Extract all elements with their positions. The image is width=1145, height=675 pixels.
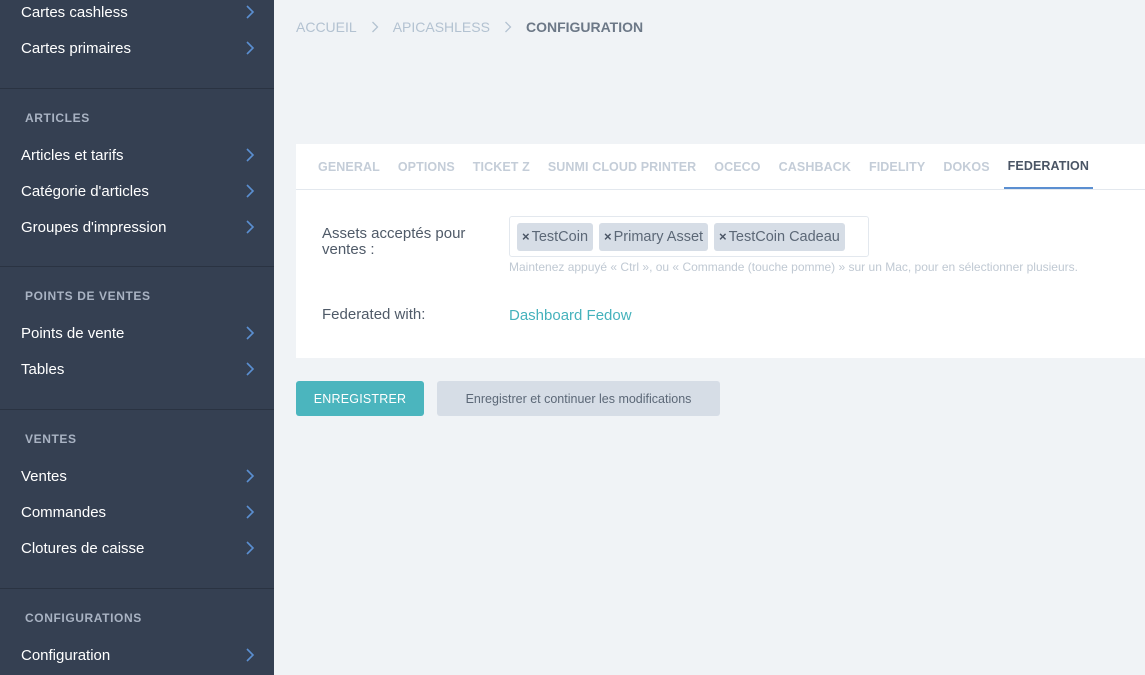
save-and-continue-button[interactable]: Enregistrer et continuer les modificatio… — [437, 381, 720, 416]
asset-tag-label: TestCoin — [531, 228, 589, 245]
tab-bar: GENERAL OPTIONS TICKET Z SUNMI CLOUD PRI… — [296, 144, 1145, 190]
sidebar-item-categorie-articles[interactable]: Catégorie d'articles — [0, 173, 274, 209]
configuration-card: GENERAL OPTIONS TICKET Z SUNMI CLOUD PRI… — [296, 144, 1145, 358]
assets-label: Assets acceptés pour ventes : — [322, 225, 466, 258]
tab-ticket-z[interactable]: TICKET Z — [473, 144, 530, 189]
chevron-right-icon — [243, 148, 257, 162]
sidebar-item-label: Ventes — [21, 467, 67, 485]
asset-tag: × TestCoin — [517, 222, 594, 251]
remove-tag-icon[interactable]: × — [522, 229, 530, 244]
sidebar-item-points-de-vente[interactable]: Points de vente — [0, 315, 274, 351]
assets-row: Assets acceptés pour ventes : — [322, 226, 492, 258]
sidebar-item-clotures-caisse[interactable]: Clotures de caisse — [0, 530, 274, 566]
chevron-right-icon — [243, 648, 257, 662]
asset-tag-label: TestCoin Cadeau — [728, 228, 840, 245]
breadcrumb-home-link[interactable]: ACCUEIL — [296, 19, 357, 35]
sidebar-heading: VENTES — [25, 432, 77, 446]
sidebar-item-label: Points de vente — [21, 324, 125, 342]
tab-cashback[interactable]: CASHBACK — [779, 144, 851, 189]
tab-general[interactable]: GENERAL — [318, 144, 380, 189]
sidebar-item-label: Groupes d'impression — [21, 218, 167, 236]
tab-options[interactable]: OPTIONS — [398, 144, 455, 189]
tab-oceco[interactable]: OCECO — [714, 144, 760, 189]
tab-federation[interactable]: FEDERATION — [1003, 144, 1093, 189]
breadcrumb-app-link[interactable]: APICASHLESS — [393, 19, 490, 35]
sidebar-item-label: Cartes primaires — [21, 39, 132, 57]
sidebar-item-tables[interactable]: Tables — [0, 351, 274, 387]
tab-sunmi-cloud-printer[interactable]: SUNMI CLOUD PRINTER — [548, 144, 696, 189]
sidebar-item-label: Commandes — [21, 503, 107, 521]
sidebar-item-label: Articles et tarifs — [21, 146, 124, 164]
chevron-right-icon — [243, 505, 257, 519]
chevron-right-icon — [243, 326, 257, 340]
sidebar-item-cartes-cashless[interactable]: Cartes cashless — [0, 0, 274, 30]
sidebar-item-articles-tarifs[interactable]: Articles et tarifs — [0, 137, 274, 173]
breadcrumb-current: CONFIGURATION — [525, 19, 644, 35]
remove-tag-icon[interactable]: × — [604, 229, 612, 244]
chevron-right-icon — [243, 41, 257, 55]
sidebar-section-configurations: CONFIGURATIONS Configuration — [0, 588, 274, 675]
chevron-right-icon — [243, 184, 257, 198]
assets-multiselect[interactable]: × TestCoin × Primary Asset × TestCoin Ca… — [509, 216, 869, 257]
chevron-right-icon — [243, 5, 257, 19]
asset-tag: × TestCoin Cadeau — [714, 222, 845, 251]
chevron-right-icon — [243, 469, 257, 483]
asset-tag: × Primary Asset — [599, 222, 709, 251]
breadcrumb: ACCUEIL APICASHLESS CONFIGURATION — [296, 19, 643, 35]
sidebar-item-label: Catégorie d'articles — [21, 182, 149, 200]
breadcrumb-separator-icon — [504, 21, 512, 33]
sidebar-section-articles: ARTICLES Articles et tarifs Catégorie d'… — [0, 88, 274, 266]
sidebar-item-label: Clotures de caisse — [21, 539, 145, 557]
sidebar: Cartes cashless Cartes primaires ARTICLE… — [0, 0, 274, 675]
sidebar-heading: POINTS DE VENTES — [25, 289, 151, 303]
federated-row: Federated with: — [322, 307, 425, 323]
sidebar-item-cartes-primaires[interactable]: Cartes primaires — [0, 30, 274, 66]
chevron-right-icon — [243, 220, 257, 234]
sidebar-item-label: Tables — [21, 360, 65, 378]
sidebar-section-points-de-ventes: POINTS DE VENTES Points de vente Tables — [0, 266, 274, 409]
sidebar-item-commandes[interactable]: Commandes — [0, 494, 274, 530]
sidebar-section-ventes: VENTES Ventes Commandes Clotures de cais… — [0, 409, 274, 588]
sidebar-item-label: Configuration — [21, 646, 111, 664]
sidebar-section-top: Cartes cashless Cartes primaires — [0, 0, 274, 88]
dashboard-fedow-link[interactable]: Dashboard Fedow — [509, 307, 632, 324]
sidebar-item-configuration[interactable]: Configuration — [0, 637, 274, 673]
sidebar-item-label: Cartes cashless — [21, 3, 128, 21]
sidebar-item-ventes[interactable]: Ventes — [0, 458, 274, 494]
chevron-right-icon — [243, 541, 257, 555]
tab-dokos[interactable]: DOKOS — [943, 144, 989, 189]
federated-label: Federated with: — [322, 306, 426, 323]
sidebar-item-groupes-impression[interactable]: Groupes d'impression — [0, 209, 274, 245]
save-button[interactable]: ENREGISTRER — [296, 381, 424, 416]
assets-help-text: Maintenez appuyé « Ctrl », ou « Commande… — [509, 260, 1078, 274]
remove-tag-icon[interactable]: × — [719, 229, 727, 244]
sidebar-heading: ARTICLES — [25, 111, 90, 125]
chevron-right-icon — [243, 362, 257, 376]
sidebar-heading: CONFIGURATIONS — [25, 611, 142, 625]
asset-tag-label: Primary Asset — [613, 228, 704, 245]
tab-fidelity[interactable]: FIDELITY — [869, 144, 925, 189]
breadcrumb-separator-icon — [371, 21, 379, 33]
